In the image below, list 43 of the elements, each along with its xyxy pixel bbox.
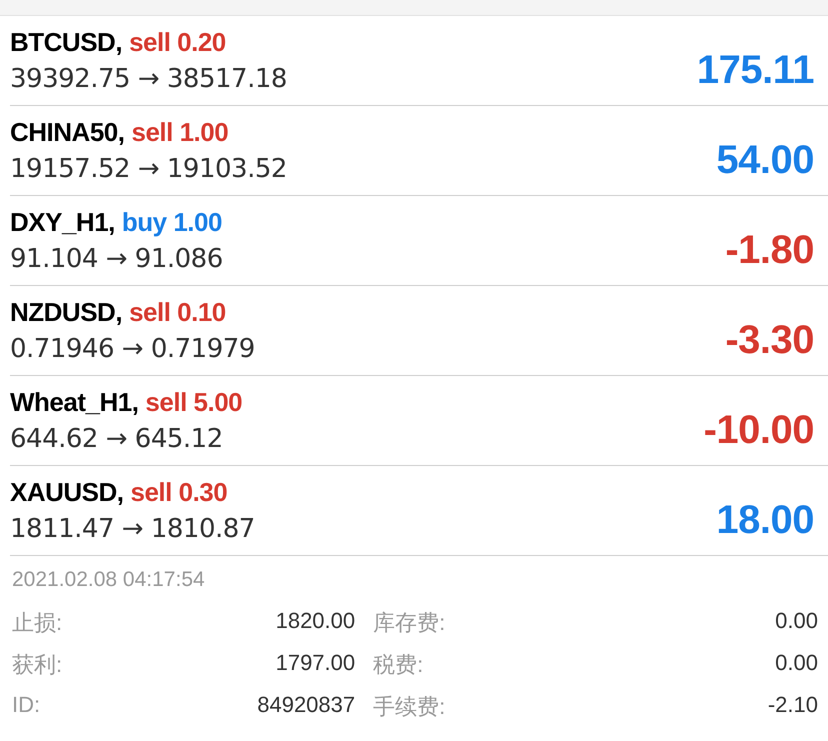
order-volume: sell 5.00	[145, 387, 242, 418]
field-value: 84920837	[256, 692, 356, 719]
field-value: 0.00	[774, 650, 818, 677]
field-value: 0.00	[774, 608, 818, 635]
field-label: 库存费:	[373, 609, 446, 637]
position-row[interactable]: XAUUSD, sell 0.30 1811.47 → 1810.87 18.00	[10, 466, 828, 556]
position-row[interactable]: BTCUSD, sell 0.20 39392.75 → 38517.18 175.11	[10, 16, 828, 106]
profit-value: -10.00	[704, 407, 814, 453]
position-row[interactable]: DXY_H1, buy 1.00 91.104 → 91.086 -1.80	[10, 196, 828, 286]
profit-value: 54.00	[716, 137, 814, 183]
field-label: 止损:	[12, 609, 62, 637]
field-value: -2.10	[766, 692, 818, 719]
order-volume: buy 1.00	[122, 207, 222, 238]
order-volume: sell 0.30	[130, 477, 228, 508]
order-volume: sell 0.10	[129, 297, 226, 328]
price-change: 39392.75 → 38517.18	[10, 64, 287, 94]
field-label: 获利:	[12, 651, 62, 679]
field-value: 1797.00	[274, 650, 356, 677]
symbol-label: BTCUSD,	[10, 27, 122, 58]
field-label: 手续费:	[373, 693, 446, 721]
position-row[interactable]: CHINA50, sell 1.00 19157.52 → 19103.52 54.00	[10, 106, 828, 196]
field-label: 税费:	[373, 651, 424, 679]
symbol-label: DXY_H1,	[10, 207, 115, 238]
position-row[interactable]: NZDUSD, sell 0.10 0.71946 → 0.71979 -3.30	[10, 286, 828, 376]
profit-value: -3.30	[725, 317, 814, 363]
timestamp: 2021.02.08 04:17:54	[12, 568, 206, 592]
price-change: 1811.47 → 1810.87	[10, 514, 255, 544]
symbol-label: CHINA50,	[10, 117, 124, 148]
price-change: 19157.52 → 19103.52	[10, 154, 287, 184]
price-change: 91.104 → 91.086	[10, 244, 223, 274]
symbol-label: XAUUSD,	[10, 477, 124, 508]
profit-value: 18.00	[716, 497, 814, 543]
field-label: ID:	[12, 692, 42, 719]
order-volume: sell 1.00	[131, 117, 228, 148]
symbol-label: Wheat_H1,	[10, 387, 138, 418]
symbol-label: NZDUSD,	[10, 297, 122, 328]
profit-value: -1.80	[725, 227, 814, 273]
price-change: 644.62 → 645.12	[10, 424, 224, 454]
field-value: 1820.00	[274, 608, 356, 635]
profit-value: 175.11	[696, 47, 814, 93]
price-change: 0.71946 → 0.71979	[10, 334, 255, 364]
position-row[interactable]: Wheat_H1, sell 5.00 644.62 → 645.12 -10.00	[10, 376, 828, 466]
order-volume: sell 0.20	[129, 27, 226, 58]
